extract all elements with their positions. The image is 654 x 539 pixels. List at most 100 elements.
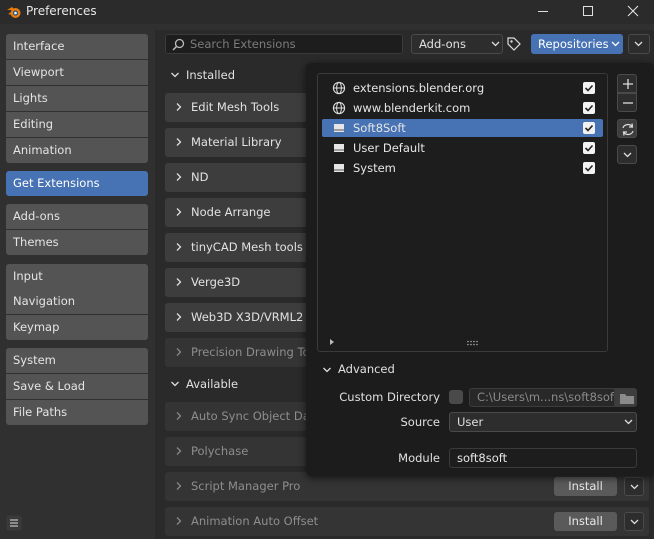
minimize-button[interactable] (520, 0, 566, 24)
install-button[interactable]: Install (554, 477, 617, 496)
chevron-down-icon (634, 41, 643, 47)
repo-item-system[interactable]: System (322, 159, 603, 177)
source-label: Source (400, 415, 441, 429)
search-box[interactable] (165, 34, 403, 54)
sidebar-item-label: Lights (13, 91, 48, 105)
extension-name: ND (191, 170, 209, 184)
triangle-right-icon[interactable] (328, 338, 336, 346)
extension-name: Animation Auto Offset (191, 514, 319, 528)
repository-menu-button[interactable] (617, 145, 637, 164)
source-dropdown[interactable]: User (449, 412, 637, 432)
title-bar: Preferences (0, 0, 654, 24)
extension-name: Edit Mesh Tools (191, 100, 280, 114)
sidebar-item-label: Add-ons (13, 209, 60, 223)
repo-enabled-checkbox[interactable] (583, 122, 595, 134)
hamburger-menu-icon[interactable] (6, 515, 22, 531)
add-repository-button[interactable] (617, 74, 637, 93)
chevron-right-icon (176, 243, 182, 251)
sidebar-item-input[interactable]: Input (6, 264, 148, 289)
extensions-menu-button[interactable] (628, 34, 650, 54)
repo-item-user-default[interactable]: User Default (322, 139, 603, 157)
extension-name: Node Arrange (191, 205, 271, 219)
sidebar-item-add-ons[interactable]: Add-ons (6, 204, 148, 229)
folder-icon (620, 394, 634, 404)
sidebar-item-system[interactable]: System (6, 348, 148, 373)
sidebar-item-get-extensions[interactable]: Get Extensions (6, 171, 148, 196)
sidebar-item-lights[interactable]: Lights (6, 86, 148, 111)
chevron-right-icon (176, 313, 182, 321)
disk-icon (334, 144, 344, 152)
chevron-down-icon (323, 367, 331, 373)
chevron-down-icon (623, 152, 632, 158)
sidebar-item-label: Viewport (13, 65, 64, 79)
sidebar-item-viewport[interactable]: Viewport (6, 60, 148, 85)
refresh-repositories-button[interactable] (617, 119, 637, 138)
available-section-title: Available (186, 377, 239, 391)
repo-item-www-blenderkit-com[interactable]: www.blenderkit.com (322, 99, 603, 117)
extension-name: Polychase (191, 444, 249, 458)
repo-enabled-checkbox[interactable] (583, 162, 595, 174)
repo-enabled-checkbox[interactable] (583, 82, 595, 94)
repo-name: User Default (353, 141, 425, 155)
advanced-section-title: Advanced (338, 362, 395, 376)
sidebar-item-save-load[interactable]: Save & Load (6, 374, 148, 399)
chevron-right-icon (176, 447, 182, 455)
sidebar-item-keymap[interactable]: Keymap (6, 315, 148, 340)
sidebar-item-navigation[interactable]: Navigation (6, 289, 148, 314)
remove-repository-button[interactable] (617, 93, 637, 112)
filter-dropdown[interactable]: Add-ons (411, 34, 503, 54)
source-dropdown-value: User (457, 415, 484, 429)
repo-item-soft8soft[interactable]: Soft8Soft (322, 119, 603, 137)
chevron-right-icon (176, 173, 182, 181)
sidebar-item-label: Animation (13, 143, 72, 157)
custom-directory-checkbox[interactable] (449, 390, 463, 404)
minus-icon (623, 102, 633, 104)
module-field[interactable]: soft8soft (449, 448, 637, 468)
chevron-right-icon (176, 138, 182, 146)
tag-icon[interactable] (506, 36, 522, 52)
sidebar-item-file-paths[interactable]: File Paths (6, 400, 148, 425)
close-button[interactable] (610, 0, 654, 24)
extension-name: Auto Sync Object Data (191, 409, 322, 423)
sidebar-item-label: Editing (13, 117, 54, 131)
extension-menu-button[interactable] (624, 477, 644, 496)
chevron-down-icon (611, 41, 620, 47)
sidebar-item-label: Get Extensions (13, 176, 100, 190)
disk-icon (334, 124, 344, 132)
sidebar-item-label: Save & Load (13, 379, 86, 393)
chevron-down-icon (491, 41, 500, 47)
repo-name: extensions.blender.org (353, 81, 485, 95)
extension-name: Script Manager Pro (191, 479, 301, 493)
sidebar-item-label: Keymap (13, 320, 60, 334)
chevron-down-icon (171, 72, 179, 78)
repo-enabled-checkbox[interactable] (583, 142, 595, 154)
chevron-right-icon (176, 208, 182, 216)
available-item-script-manager-pro[interactable]: Script Manager Pro Install (165, 472, 649, 501)
sidebar-item-editing[interactable]: Editing (6, 112, 148, 137)
chevron-right-icon (176, 412, 182, 420)
globe-icon (332, 101, 346, 115)
chevron-right-icon (176, 103, 182, 111)
sidebar-item-label: Interface (13, 39, 65, 53)
sidebar-item-animation[interactable]: Animation (6, 138, 148, 163)
repo-enabled-checkbox[interactable] (583, 102, 595, 114)
globe-icon (332, 81, 346, 95)
sidebar-item-interface[interactable]: Interface (6, 34, 148, 59)
sidebar-item-themes[interactable]: Themes (6, 230, 148, 255)
minimize-icon (538, 11, 548, 12)
custom-directory-field[interactable]: C:\Users\m...ns\soft8soft (469, 388, 615, 407)
window-title: Preferences (26, 4, 97, 18)
search-input[interactable] (190, 35, 398, 53)
extension-name: tinyCAD Mesh tools (191, 240, 303, 254)
maximize-button[interactable] (565, 0, 611, 24)
browse-folder-button[interactable] (615, 388, 637, 407)
maximize-icon (583, 6, 593, 16)
available-item-animation-auto-offset[interactable]: Animation Auto Offset Install (165, 507, 649, 536)
install-button[interactable]: Install (554, 512, 617, 531)
resize-grip-icon[interactable] (466, 340, 480, 346)
installed-section-title: Installed (186, 68, 235, 82)
repo-name: www.blenderkit.com (353, 101, 471, 115)
repositories-dropdown[interactable]: Repositories (531, 34, 623, 54)
extension-menu-button[interactable] (624, 512, 644, 531)
repo-item-extensions-blender-org[interactable]: extensions.blender.org (322, 79, 603, 97)
